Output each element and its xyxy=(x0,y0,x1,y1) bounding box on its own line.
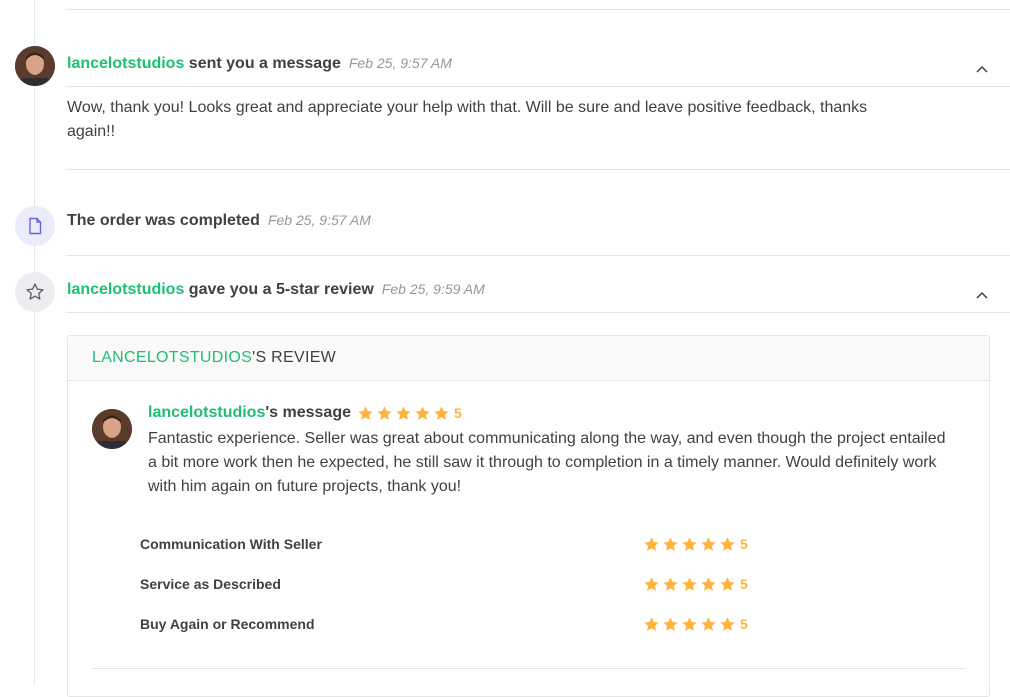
star-icon xyxy=(396,405,411,420)
event-action: gave you a 5-star review xyxy=(184,281,374,298)
divider xyxy=(67,255,1010,256)
review-header-user[interactable]: LANCELOTSTUDIOS xyxy=(92,349,252,367)
order-event-title: The order was completed Feb 25, 9:57 AM xyxy=(67,212,371,230)
rating-stars: 5 xyxy=(643,616,748,633)
timeline-line xyxy=(34,0,35,684)
rating-label: Communication With Seller xyxy=(140,536,322,552)
divider xyxy=(67,169,1010,170)
review-message-user[interactable]: lancelotstudios xyxy=(148,404,265,422)
avatar[interactable] xyxy=(15,46,55,86)
review-header: LANCELOTSTUDIOS 'S REVIEW xyxy=(68,336,989,381)
event-timestamp: Feb 25, 9:57 AM xyxy=(348,55,452,71)
star-icon xyxy=(434,405,449,420)
star-icon xyxy=(701,576,716,591)
rating-label: Service as Described xyxy=(140,576,281,592)
divider xyxy=(67,9,1010,10)
divider xyxy=(92,668,965,669)
star-icon xyxy=(377,405,392,420)
star-outline-icon xyxy=(26,283,44,300)
event-action: sent you a message xyxy=(184,55,341,72)
star-icon xyxy=(682,536,697,551)
rating-value: 5 xyxy=(740,576,748,592)
review-message-suffix: 's message xyxy=(265,404,351,421)
rating-stars: 5 xyxy=(643,576,748,593)
rating-row-communication: Communication With Seller 5 xyxy=(140,533,780,555)
divider xyxy=(67,312,1010,313)
star-icon xyxy=(358,405,373,420)
event-timestamp: Feb 25, 9:57 AM xyxy=(267,212,371,228)
review-header-suffix: 'S REVIEW xyxy=(252,349,337,366)
star-icon xyxy=(720,536,735,551)
rating-row-service: Service as Described 5 xyxy=(140,573,780,595)
star-icon xyxy=(720,616,735,631)
star-icon xyxy=(663,616,678,631)
overall-rating-value: 5 xyxy=(454,405,462,421)
message-body: Wow, thank you! Looks great and apprecia… xyxy=(67,99,868,140)
star-icon xyxy=(644,536,659,551)
order-event-text: The order was completed xyxy=(67,212,260,229)
star-icon xyxy=(644,576,659,591)
star-icon xyxy=(663,536,678,551)
star-icon xyxy=(701,536,716,551)
chevron-up-icon[interactable] xyxy=(974,287,990,303)
message-event-title: lancelotstudios sent you a message Feb 2… xyxy=(67,55,452,73)
username-link[interactable]: lancelotstudios xyxy=(67,281,184,299)
review-card: LANCELOTSTUDIOS 'S REVIEW lancelotstudio… xyxy=(67,335,990,697)
review-event-icon xyxy=(15,272,55,312)
star-icon xyxy=(682,616,697,631)
order-event-icon xyxy=(15,206,55,246)
event-timestamp: Feb 25, 9:59 AM xyxy=(381,281,485,297)
star-icon xyxy=(701,616,716,631)
username-link[interactable]: lancelotstudios xyxy=(67,55,184,73)
divider xyxy=(67,86,1010,87)
rating-stars: 5 xyxy=(643,536,748,553)
review-message-title: lancelotstudios 's message 5 xyxy=(148,404,462,422)
rating-row-recommend: Buy Again or Recommend 5 xyxy=(140,613,780,635)
rating-value: 5 xyxy=(740,536,748,552)
star-icon xyxy=(682,576,697,591)
overall-rating-stars: 5 xyxy=(357,405,462,422)
chevron-up-icon[interactable] xyxy=(974,61,990,77)
document-icon xyxy=(29,217,42,235)
star-icon xyxy=(644,616,659,631)
avatar[interactable] xyxy=(92,409,132,449)
review-event-title: lancelotstudios gave you a 5-star review… xyxy=(67,281,485,299)
star-icon xyxy=(415,405,430,420)
review-body: Fantastic experience. Seller was great a… xyxy=(148,430,946,495)
star-icon xyxy=(720,576,735,591)
star-icon xyxy=(663,576,678,591)
rating-value: 5 xyxy=(740,616,748,632)
rating-label: Buy Again or Recommend xyxy=(140,616,315,632)
